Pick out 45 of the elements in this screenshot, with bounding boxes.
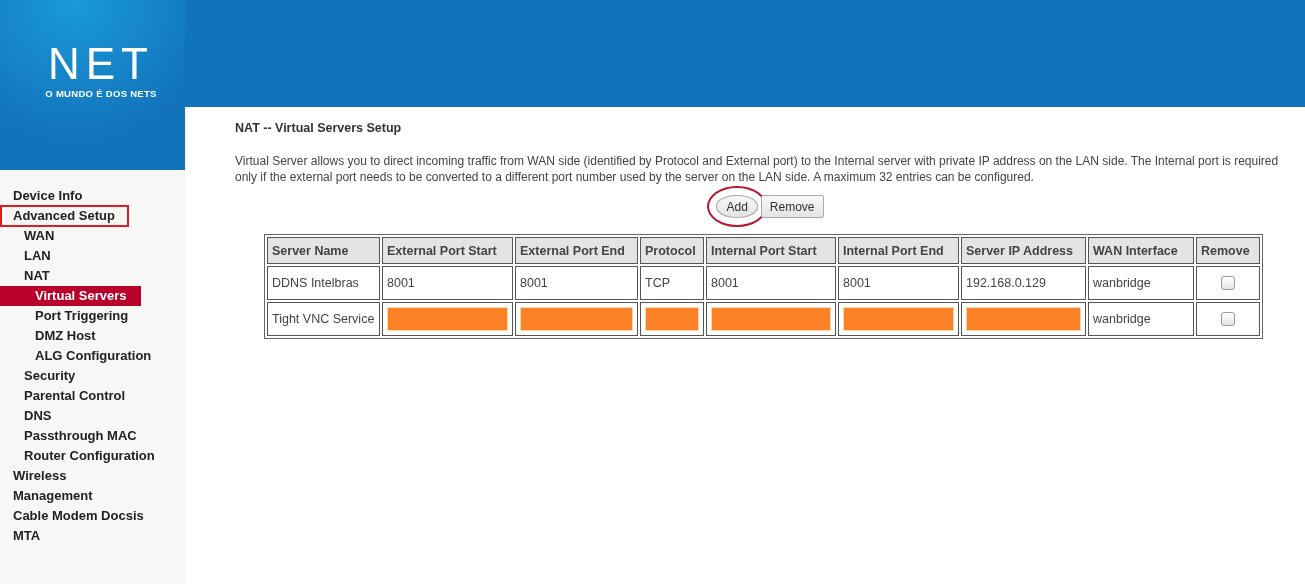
column-header: Server IP Address	[961, 237, 1086, 264]
remove-checkbox[interactable]	[1221, 276, 1235, 291]
column-header: Server Name	[267, 237, 380, 264]
description-text: Virtual Server allows you to direct incoming traffic from WAN side (identified by Protocol and External port) to the Internal server with private IP address on the LAN side. The Internal port is required only if the external port needs to be converted to a different port number used by the server on the LAN side. A maximum 32 entries can be configured.	[235, 153, 1280, 185]
column-header: WAN Interface	[1088, 237, 1194, 264]
sidebar-item[interactable]: NAT	[0, 266, 50, 286]
table-cell: 8001	[520, 276, 548, 290]
column-header: Protocol	[640, 237, 704, 264]
logo-wordmark: NET	[48, 44, 154, 84]
logo-tagline: O MUNDO É DOS NETS	[45, 88, 157, 99]
table-cell: Tight VNC Service	[272, 312, 375, 326]
table-cell: 8001	[843, 276, 871, 290]
column-header: External Port Start	[382, 237, 513, 264]
sidebar-item[interactable]: Virtual Servers	[0, 286, 141, 306]
column-header: Internal Port Start	[706, 237, 836, 264]
sidebar-item[interactable]: Management	[0, 486, 106, 506]
sidebar-item[interactable]: ALG Configuration	[0, 346, 152, 366]
sidebar-item[interactable]: Wireless	[0, 466, 80, 486]
table-cell: DDNS Intelbras	[272, 276, 359, 290]
column-header: Internal Port End	[838, 237, 959, 264]
sidebar-item[interactable]: Router Configuration	[0, 446, 155, 466]
sidebar-item[interactable]: Port Triggering	[0, 306, 129, 326]
sidebar-item[interactable]: Passthrough MAC	[0, 426, 137, 446]
table-cell: TCP	[645, 276, 670, 290]
sidebar-item[interactable]: Parental Control	[0, 386, 126, 406]
page-title: NAT -- Virtual Servers Setup	[235, 121, 403, 135]
table-cell: wanbridge	[1093, 276, 1151, 290]
sidebar-item[interactable]: Device Info	[0, 186, 96, 206]
table-cell: wanbridge	[1093, 312, 1151, 326]
table-cell: 8001	[387, 276, 415, 290]
redaction-block	[645, 307, 699, 331]
table-cell: 8001	[711, 276, 739, 290]
sidebar-item[interactable]: LAN	[0, 246, 51, 266]
sidebar-item[interactable]: Advanced Setup	[1, 206, 128, 226]
sidebar-item[interactable]: MTA	[0, 526, 54, 546]
action-button[interactable]: Remove	[760, 195, 824, 218]
sidebar-item[interactable]: Cable Modem Docsis	[0, 506, 157, 526]
column-header: Remove	[1196, 237, 1260, 264]
column-header: External Port End	[515, 237, 638, 264]
sidebar-item[interactable]: Security	[0, 366, 76, 386]
table-cell: 192.168.0.129	[966, 276, 1046, 290]
sidebar-item[interactable]: DNS	[0, 406, 52, 426]
sidebar-item[interactable]: DMZ Host	[0, 326, 96, 346]
sidebar-item[interactable]: WAN	[0, 226, 55, 246]
remove-checkbox[interactable]	[1221, 312, 1235, 327]
